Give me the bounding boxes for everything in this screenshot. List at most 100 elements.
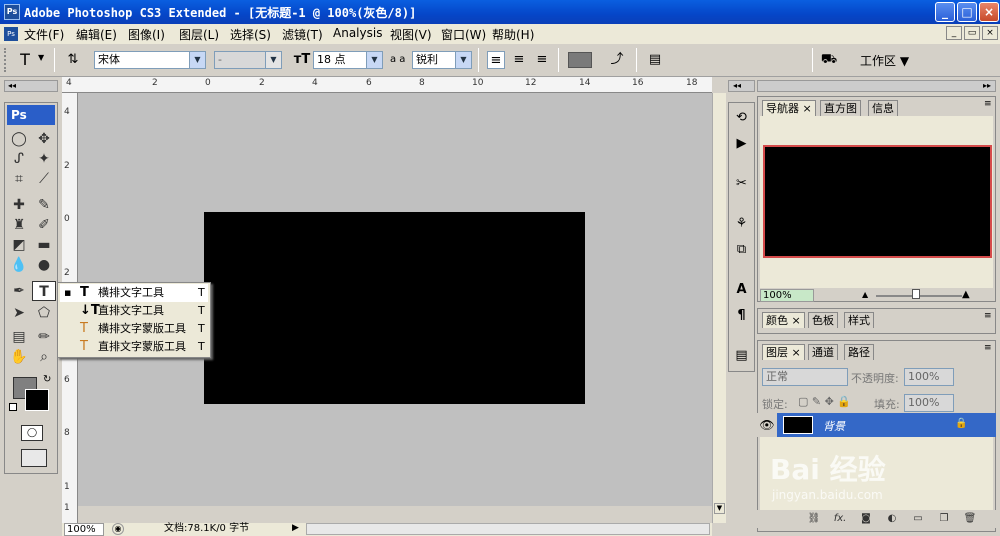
warp-text-icon[interactable]: ⤴: [608, 51, 626, 69]
add-mask-icon[interactable]: ◙: [859, 513, 873, 525]
menu-select[interactable]: 选择(S): [230, 26, 271, 43]
close-button[interactable]: ×: [979, 2, 999, 22]
antialias-arrow-icon[interactable]: ▼: [455, 52, 471, 68]
scroll-down-icon[interactable]: ▼: [714, 503, 725, 514]
flyout-item-horizontal-mask[interactable]: T 横排文字蒙版工具 T: [60, 320, 208, 338]
font-style-arrow-icon[interactable]: ▼: [265, 52, 281, 68]
clone-stamp-icon[interactable]: ♜: [7, 215, 31, 235]
navigator-zoom-field[interactable]: 100%: [760, 289, 814, 302]
panel-menu-icon[interactable]: ≡: [984, 99, 992, 109]
align-right-icon[interactable]: ≡: [533, 51, 551, 69]
minimize-button[interactable]: _: [935, 2, 955, 22]
zoom-field[interactable]: 100%: [64, 523, 104, 536]
tab-channels[interactable]: 通道: [808, 344, 838, 360]
font-size-arrow-icon[interactable]: ▼: [366, 52, 382, 68]
layer-name[interactable]: 背景: [823, 418, 845, 434]
tab-swatches[interactable]: 色板: [808, 312, 838, 328]
eraser-tool-icon[interactable]: ◩: [7, 235, 31, 255]
slice-tool-icon[interactable]: ⟋: [32, 169, 56, 189]
tab-histogram[interactable]: 直方图: [820, 100, 861, 116]
pen-tool-icon[interactable]: ✒: [7, 281, 31, 301]
menu-view[interactable]: 视图(V): [390, 26, 432, 43]
opacity-field[interactable]: 100%: [904, 368, 954, 386]
horizontal-scrollbar[interactable]: [306, 523, 710, 535]
panel-menu-icon[interactable]: ≡: [984, 343, 992, 353]
history-brush-icon[interactable]: ✐: [32, 215, 56, 235]
text-orientation-icon[interactable]: ⇅: [64, 51, 82, 69]
background-color-swatch[interactable]: [25, 389, 49, 411]
actions-icon[interactable]: ▶: [731, 133, 752, 154]
default-colors-icon[interactable]: [9, 403, 17, 411]
clone-source-icon[interactable]: ⧉: [731, 239, 752, 260]
shape-tool-icon[interactable]: ⬠: [32, 303, 56, 323]
text-color-swatch[interactable]: [568, 52, 592, 68]
navigator-preview[interactable]: [763, 145, 992, 258]
eyedropper-icon[interactable]: ✏: [32, 327, 56, 347]
history-icon[interactable]: ⟲: [731, 107, 752, 128]
gradient-tool-icon[interactable]: ▬: [32, 235, 56, 255]
horizontal-ruler[interactable]: 4 2 0 2 4 6 8 10 12 14 16 18: [62, 77, 712, 93]
workspace-menu[interactable]: 工作区 ▼: [860, 52, 909, 69]
document-canvas[interactable]: [204, 212, 585, 404]
align-left-icon[interactable]: ≡: [487, 51, 505, 69]
dodge-tool-icon[interactable]: ●: [32, 255, 56, 275]
flyout-item-vertical-mask[interactable]: T 直排文字蒙版工具 T: [60, 338, 208, 356]
grip-handle[interactable]: [4, 48, 10, 72]
zoom-in-icon[interactable]: ▲: [962, 289, 970, 300]
blur-tool-icon[interactable]: 💧: [7, 255, 31, 275]
tab-info[interactable]: 信息: [868, 100, 898, 116]
notes-tool-icon[interactable]: ▤: [7, 327, 31, 347]
doc-restore-button[interactable]: ▭: [964, 26, 980, 40]
lasso-tool-icon[interactable]: ᔑ: [7, 149, 31, 169]
magic-wand-icon[interactable]: ✦: [32, 149, 56, 169]
swap-colors-icon[interactable]: ↻: [43, 374, 51, 385]
bridge-icon[interactable]: ⛟: [820, 51, 838, 69]
move-tool-icon[interactable]: ✥: [32, 129, 56, 149]
menu-edit[interactable]: 编辑(E): [76, 26, 117, 43]
tab-navigator[interactable]: 导航器 ×: [762, 100, 816, 116]
brushes-icon[interactable]: ⚘: [731, 213, 752, 234]
zoom-tool-icon[interactable]: ⌕: [32, 347, 56, 367]
toolbox-collapse-icon[interactable]: ◂◂: [4, 80, 58, 92]
layer-comps-icon[interactable]: ▤: [731, 345, 752, 366]
dock-collapse-icon[interactable]: ◂◂: [728, 80, 755, 92]
type-tool-icon[interactable]: T: [32, 281, 56, 301]
vertical-scrollbar[interactable]: ▼: [712, 93, 726, 523]
maximize-button[interactable]: □: [957, 2, 977, 22]
screen-mode-icon[interactable]: [21, 449, 47, 467]
menu-filter[interactable]: 滤镜(T): [282, 26, 323, 43]
tool-preset-t-icon[interactable]: T: [16, 51, 34, 69]
character-icon[interactable]: A: [731, 279, 752, 300]
flyout-item-horizontal-type[interactable]: ▪ T 横排文字工具 T: [60, 284, 208, 302]
status-options-icon[interactable]: ◉: [112, 523, 124, 535]
delete-layer-icon[interactable]: 🗑: [963, 513, 977, 525]
fill-field[interactable]: 100%: [904, 394, 954, 412]
hand-tool-icon[interactable]: ✋: [7, 347, 31, 367]
menu-file[interactable]: 文件(F): [24, 26, 64, 43]
crop-tool-icon[interactable]: ⌗: [7, 169, 31, 189]
font-family-arrow-icon[interactable]: ▼: [189, 52, 205, 68]
tool-presets-icon[interactable]: ✂: [731, 173, 752, 194]
path-selection-icon[interactable]: ➤: [7, 303, 31, 323]
flyout-item-vertical-type[interactable]: ↓T 直排文字工具 T: [60, 302, 208, 320]
menu-analysis[interactable]: Analysis: [333, 26, 382, 40]
status-arrow-icon[interactable]: ▶: [292, 523, 299, 533]
menu-window[interactable]: 窗口(W): [441, 26, 486, 43]
marquee-tool-icon[interactable]: ◯: [7, 129, 31, 149]
blend-mode-select[interactable]: 正常: [762, 368, 848, 386]
adjustment-layer-icon[interactable]: ◐: [885, 513, 899, 525]
doc-close-button[interactable]: ×: [982, 26, 998, 40]
character-panel-icon[interactable]: ▤: [646, 51, 664, 69]
link-layers-icon[interactable]: ⛓: [807, 513, 821, 525]
quick-mask-icon[interactable]: ◯: [21, 425, 43, 441]
healing-brush-icon[interactable]: ✚: [7, 195, 31, 215]
menu-image[interactable]: 图像(I): [128, 26, 165, 43]
tool-preset-arrow-icon[interactable]: ▼: [38, 53, 44, 62]
tab-color[interactable]: 颜色 ×: [762, 312, 805, 328]
new-group-icon[interactable]: ▭: [911, 513, 925, 525]
align-center-icon[interactable]: ≡: [510, 51, 528, 69]
tab-styles[interactable]: 样式: [844, 312, 874, 328]
tab-layers[interactable]: 图层 ×: [762, 344, 805, 360]
tab-paths[interactable]: 路径: [844, 344, 874, 360]
menu-layer[interactable]: 图层(L): [179, 26, 219, 43]
